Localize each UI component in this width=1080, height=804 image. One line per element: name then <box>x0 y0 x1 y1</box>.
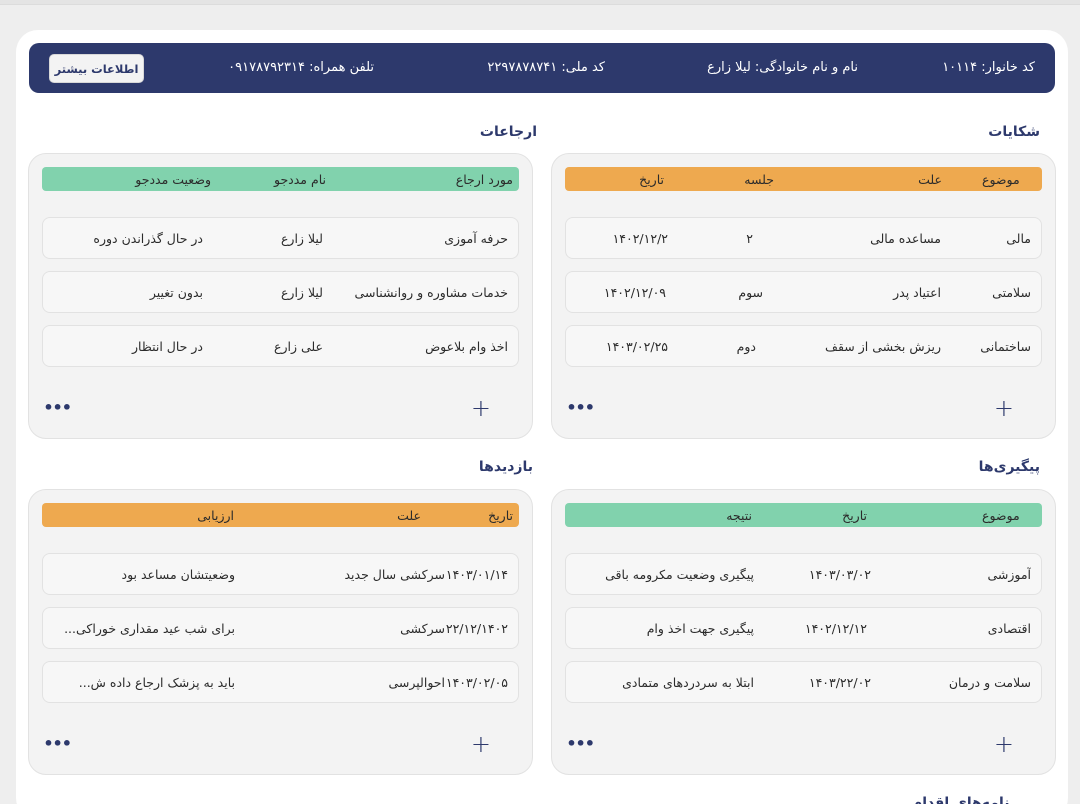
table-cell: ۱۴۰۲/۱۲/۲ <box>612 230 668 246</box>
table-cell: احوالپرسی <box>388 674 445 690</box>
followups-table-header: موضوع تاریخ نتیجه <box>565 503 1042 527</box>
table-cell: وضعیتشان مساعد بود <box>121 566 236 582</box>
table-cell: در حال انتظار <box>132 338 203 354</box>
column-header: موضوع <box>982 507 1020 523</box>
column-header: علت <box>918 171 942 187</box>
followups-card: موضوع تاریخ نتیجه آموزشی ۱۴۰۳/۰۳/۰۲ پیگی… <box>551 489 1056 775</box>
more-options-icon[interactable]: ••• <box>43 734 72 754</box>
table-cell: خدمات مشاوره و روانشناسی <box>354 284 508 300</box>
add-icon[interactable]: + <box>471 396 491 420</box>
referrals-card: مورد ارجاع نام مددجو وضعیت مددجو حرفه آم… <box>28 153 533 439</box>
table-cell: برای شب عید مقداری خوراکی... <box>64 620 235 636</box>
table-cell: آموزشی <box>987 566 1031 582</box>
table-row[interactable]: سلامت و درمان ۱۴۰۳/۲۲/۰۲ ابتلا به سردرده… <box>565 661 1042 703</box>
table-cell: ۱۴۰۲/۱۲/۰۹ <box>603 284 666 300</box>
table-cell: اقتصادی <box>987 620 1031 636</box>
add-icon[interactable]: + <box>471 732 491 756</box>
table-cell: علی زارع <box>274 338 323 354</box>
table-cell: ۲ <box>746 230 753 246</box>
column-header: تاریخ <box>488 507 513 523</box>
column-header: تاریخ <box>842 507 867 523</box>
column-header: جلسه <box>744 171 774 187</box>
column-header: نتیجه <box>726 507 752 523</box>
window-top-border <box>0 0 1080 5</box>
followups-title: پیگیری‌ها <box>978 459 1040 475</box>
table-cell: ساختمانی <box>980 338 1031 354</box>
visits-card: تاریخ علت ارزیابی ۱۴۰۳/۰۱/۱۴ سرکشی سال ج… <box>28 489 533 775</box>
complaints-title: شکایات <box>988 124 1040 140</box>
table-cell: مساعده مالی <box>870 230 941 246</box>
column-header: نام مددجو <box>273 171 326 187</box>
add-icon[interactable]: + <box>994 396 1014 420</box>
table-cell: بدون تغییر <box>149 284 203 300</box>
more-options-icon[interactable]: ••• <box>566 398 595 418</box>
table-cell: در حال گذراندن دوره <box>93 230 203 246</box>
table-cell: پیگیری جهت اخذ وام <box>646 620 754 636</box>
table-cell: سوم <box>738 284 763 300</box>
table-cell: ریزش بخشی از سقف <box>825 338 941 354</box>
table-row[interactable]: حرفه آموزی لیلا زارع در حال گذراندن دوره <box>42 217 519 259</box>
complaints-table-header: موضوع علت جلسه تاریخ <box>565 167 1042 191</box>
visits-table-header: تاریخ علت ارزیابی <box>42 503 519 527</box>
table-row[interactable]: اخذ وام بلاعوض علی زارع در حال انتظار <box>42 325 519 367</box>
table-cell: سلامت و درمان <box>948 674 1031 690</box>
table-cell: باید به پزشک ارجاع داده ش... <box>78 674 235 690</box>
table-cell: لیلا زارع <box>280 230 323 246</box>
table-cell: حرفه آموزی <box>444 230 508 246</box>
table-cell: ۱۴۰۳/۲۲/۰۲ <box>808 674 871 690</box>
more-options-icon[interactable]: ••• <box>43 398 72 418</box>
table-row[interactable]: آموزشی ۱۴۰۳/۰۳/۰۲ پیگیری وضعیت مکرومه با… <box>565 553 1042 595</box>
table-cell: ۱۴۰۳/۰۲/۲۵ <box>605 338 668 354</box>
family-code: کد خانوار: ۱۰۱۱۴ <box>942 60 1035 75</box>
more-info-button[interactable]: اطلاعات بیشتر <box>49 54 144 83</box>
national-code: کد ملی: ۲۲۹۷۸۷۸۷۴۱ <box>487 60 605 75</box>
complaints-card: موضوع علت جلسه تاریخ مالی مساعده مالی ۲ … <box>551 153 1056 439</box>
column-header: علت <box>397 507 421 523</box>
referrals-title: ارجاعات <box>479 124 537 140</box>
table-cell: اخذ وام بلاعوض <box>425 338 508 354</box>
table-cell: پیگیری وضعیت مکرومه باقی <box>605 566 754 582</box>
table-cell: ۱۴۰۲/۱۲/۱۲ <box>804 620 867 636</box>
table-row[interactable]: مالی مساعده مالی ۲ ۱۴۰۲/۱۲/۲ <box>565 217 1042 259</box>
visits-title: بازدیدها <box>478 459 533 475</box>
column-header: وضعیت مددجو <box>135 171 211 187</box>
column-header: مورد ارجاع <box>455 171 513 187</box>
mobile-number: تلفن همراه: ۰۹۱۷۸۷۹۲۳۱۴ <box>228 60 374 75</box>
table-row[interactable]: ۱۴۰۳/۰۲/۰۵ احوالپرسی باید به پزشک ارجاع … <box>42 661 519 703</box>
table-cell: مالی <box>1006 230 1031 246</box>
column-header: موضوع <box>982 171 1020 187</box>
table-cell: سرکشی <box>400 620 445 636</box>
table-cell: اعتیاد پدر <box>893 284 941 300</box>
table-cell: لیلا زارع <box>280 284 323 300</box>
table-row[interactable]: سلامتی اعتیاد پدر سوم ۱۴۰۲/۱۲/۰۹ <box>565 271 1042 313</box>
profile-container: کد خانوار: ۱۰۱۱۴ نام و نام خانوادگی: لیل… <box>16 30 1068 804</box>
column-header: ارزیابی <box>197 507 234 523</box>
column-header: تاریخ <box>639 171 664 187</box>
table-row[interactable]: اقتصادی ۱۴۰۲/۱۲/۱۲ پیگیری جهت اخذ وام <box>565 607 1042 649</box>
table-row[interactable]: خدمات مشاوره و روانشناسی لیلا زارع بدون … <box>42 271 519 313</box>
referrals-table-header: مورد ارجاع نام مددجو وضعیت مددجو <box>42 167 519 191</box>
add-icon[interactable]: + <box>994 732 1014 756</box>
family-info-bar: کد خانوار: ۱۰۱۱۴ نام و نام خانوادگی: لیل… <box>29 43 1055 93</box>
table-cell: سرکشی سال جدید <box>344 566 445 582</box>
table-row[interactable]: ساختمانی ریزش بخشی از سقف دوم ۱۴۰۳/۰۲/۲۵ <box>565 325 1042 367</box>
full-name: نام و نام خانوادگی: لیلا زارع <box>707 60 858 75</box>
table-cell: ۱۴۰۳/۰۳/۰۲ <box>808 566 871 582</box>
table-cell: سلامتی <box>992 284 1031 300</box>
table-row[interactable]: ۱۴۰۳/۰۱/۱۴ سرکشی سال جدید وضعیتشان مساعد… <box>42 553 519 595</box>
table-row[interactable]: ۲۲/۱۲/۱۴۰۲ سرکشی برای شب عید مقداری خورا… <box>42 607 519 649</box>
more-options-icon[interactable]: ••• <box>566 734 595 754</box>
table-cell: دوم <box>736 338 756 354</box>
table-cell: ابتلا به سردردهای متمادی <box>622 674 754 690</box>
action-letters-title: نامه‌های اقدام <box>912 795 1010 804</box>
